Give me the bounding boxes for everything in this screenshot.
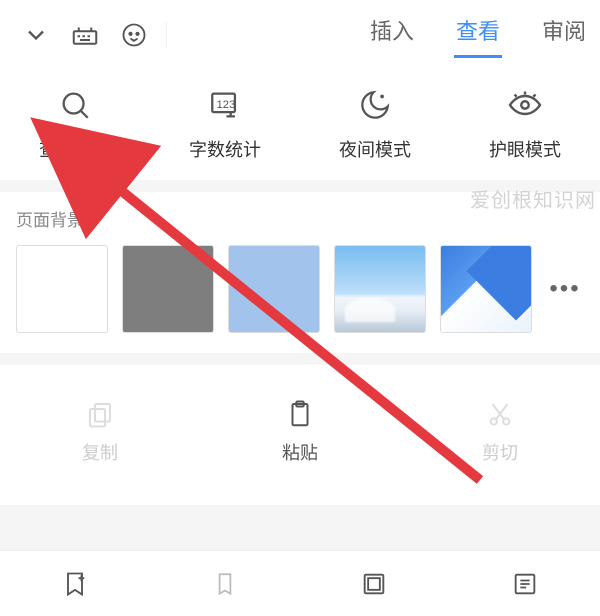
bookmark-icon[interactable] [212,571,238,597]
paste-label: 粘贴 [282,439,318,465]
tabs: 插入 查看 审阅 [185,6,594,64]
page-view-icon[interactable] [360,570,388,598]
bg-swatch-white[interactable] [16,245,108,333]
quick-actions-section: 查找替换 123 字数统计 夜间模式 护眼模式 [0,70,600,180]
night-mode-label: 夜间模式 [339,136,411,162]
bookmark-add-icon[interactable] [61,570,89,598]
eye-icon [507,86,543,124]
bottom-bar [0,550,600,616]
eye-mode-button[interactable]: 护眼模式 [450,86,600,162]
word-count-label: 字数统计 [189,136,261,162]
cut-label: 剪切 [482,439,518,465]
bg-swatch-gray[interactable] [122,245,214,333]
tab-review[interactable]: 审阅 [540,6,588,64]
clipboard-section: 复制 粘贴 剪切 [0,365,600,505]
search-icon [58,86,92,124]
bg-swatch-cloud[interactable] [440,245,532,333]
find-replace-button[interactable]: 查找替换 [0,86,150,162]
find-replace-label: 查找替换 [39,136,111,162]
cut-icon [485,399,515,429]
cut-button: 剪切 [401,399,599,465]
copy-icon [85,399,115,429]
paste-button[interactable]: 粘贴 [201,399,399,465]
toolbar-left-icons [6,20,148,50]
tab-insert[interactable]: 插入 [368,6,416,64]
keyboard-icon[interactable] [70,20,100,50]
separator [166,22,167,48]
svg-text:123: 123 [217,99,236,111]
list-view-icon[interactable] [511,570,539,598]
word-count-button[interactable]: 123 字数统计 [150,86,300,162]
tab-view[interactable]: 查看 [454,6,502,64]
paste-icon [285,399,315,429]
watermark: 爱创根知识网 [470,184,596,213]
more-backgrounds-button[interactable]: ••• [546,275,584,303]
assistant-icon[interactable] [120,21,148,49]
bg-swatch-lightblue[interactable] [228,245,320,333]
wordcount-icon: 123 [208,86,242,124]
moon-icon [358,86,392,124]
eye-mode-label: 护眼模式 [489,136,561,162]
copy-button: 复制 [1,399,199,465]
copy-label: 复制 [82,439,118,465]
bg-swatch-sky[interactable] [334,245,426,333]
top-toolbar: 插入 查看 审阅 [0,0,600,70]
page-background-section: 页面背景 ••• [0,192,600,353]
background-swatch-row: ••• [16,245,584,333]
night-mode-button[interactable]: 夜间模式 [300,86,450,162]
collapse-icon[interactable] [22,21,50,49]
